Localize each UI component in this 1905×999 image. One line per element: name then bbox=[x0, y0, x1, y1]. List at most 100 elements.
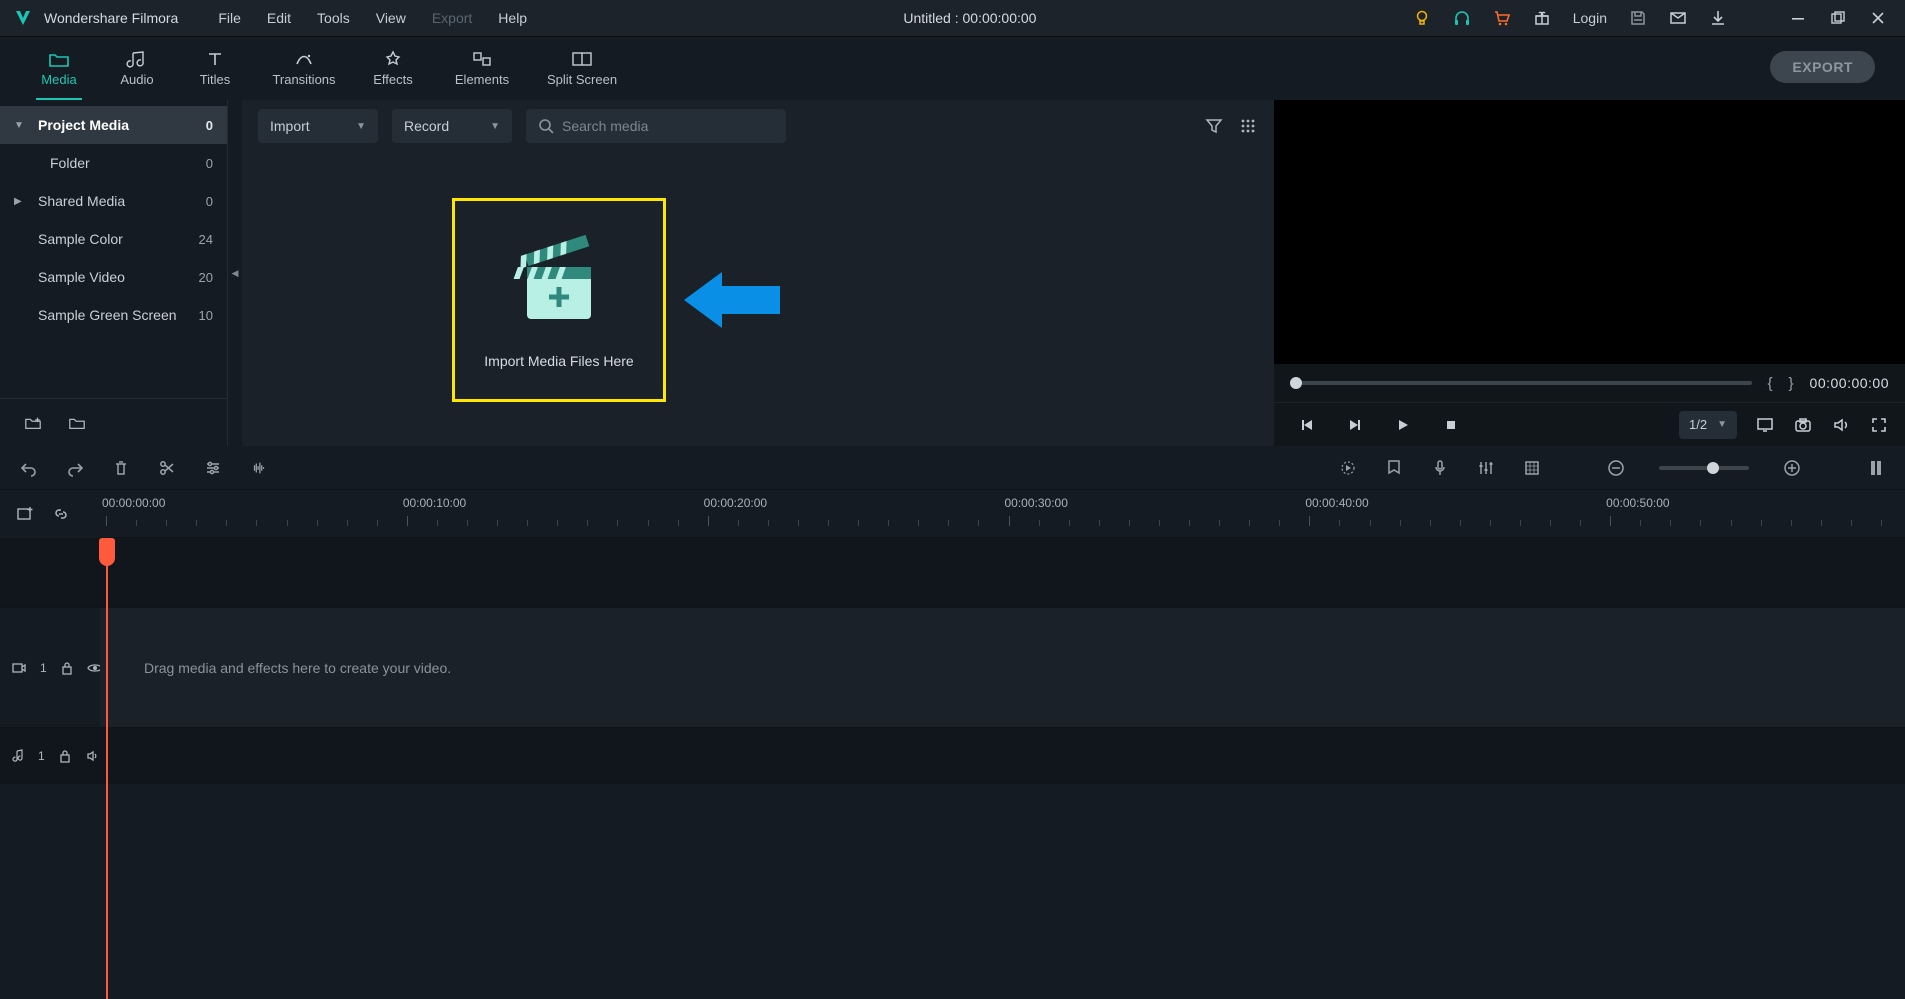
tree-item-sample-color[interactable]: Sample Color 24 bbox=[0, 220, 227, 258]
mark-out-icon[interactable]: } bbox=[1789, 375, 1794, 392]
fullscreen-icon[interactable] bbox=[1869, 415, 1889, 435]
lock-icon[interactable] bbox=[61, 660, 73, 676]
link-icon[interactable] bbox=[52, 505, 70, 523]
tab-effects-label: Effects bbox=[373, 72, 413, 87]
preview-canvas bbox=[1274, 100, 1905, 364]
next-frame-button[interactable] bbox=[1346, 416, 1364, 434]
tree-item-project-media[interactable]: ▼ Project Media 0 bbox=[0, 106, 227, 144]
audio-track-1[interactable]: 1 bbox=[0, 728, 1905, 784]
redo-button[interactable] bbox=[66, 459, 84, 477]
zoom-out-button[interactable] bbox=[1607, 459, 1625, 477]
music-note-icon bbox=[12, 749, 24, 763]
preview-scrub-track[interactable] bbox=[1290, 381, 1752, 385]
crop-icon[interactable] bbox=[1523, 459, 1541, 477]
zoom-slider-thumb[interactable] bbox=[1707, 462, 1719, 474]
lock-icon[interactable] bbox=[59, 748, 72, 764]
audio-edit-icon[interactable] bbox=[250, 459, 268, 477]
delete-button[interactable] bbox=[112, 459, 130, 477]
window-minimize-icon[interactable] bbox=[1789, 9, 1807, 27]
timeline-ruler[interactable]: 00:00:00:0000:00:10:0000:00:20:0000:00:3… bbox=[100, 490, 1905, 538]
undo-button[interactable] bbox=[20, 459, 38, 477]
tab-titles[interactable]: Titles bbox=[176, 50, 254, 87]
export-button[interactable]: EXPORT bbox=[1770, 51, 1875, 83]
tree-label: Project Media bbox=[38, 117, 206, 133]
play-button[interactable] bbox=[1394, 416, 1412, 434]
audio-mixer-icon[interactable] bbox=[1477, 459, 1495, 477]
tab-media-label: Media bbox=[41, 72, 76, 87]
zoom-fit-icon[interactable] bbox=[1867, 459, 1885, 477]
titlebar: Wondershare Filmora File Edit Tools View… bbox=[0, 0, 1905, 36]
adjust-icon[interactable] bbox=[204, 459, 222, 477]
login-button[interactable]: Login bbox=[1573, 10, 1607, 26]
display-settings-icon[interactable] bbox=[1755, 415, 1775, 435]
timeline-tracks: 1 Drag media and effects here to create … bbox=[0, 538, 1905, 999]
import-dropdown[interactable]: Import ▼ bbox=[258, 109, 378, 143]
headphones-icon[interactable] bbox=[1453, 9, 1471, 27]
mark-in-icon[interactable]: { bbox=[1768, 375, 1773, 392]
lightbulb-icon[interactable] bbox=[1413, 9, 1431, 27]
playhead-handle[interactable] bbox=[99, 538, 115, 566]
preview-scrub-thumb[interactable] bbox=[1290, 377, 1302, 389]
tree-item-sample-video[interactable]: Sample Video 20 bbox=[0, 258, 227, 296]
tree-item-shared-media[interactable]: ▶ Shared Media 0 bbox=[0, 182, 227, 220]
marker-icon[interactable] bbox=[1385, 459, 1403, 477]
video-track-1[interactable]: 1 Drag media and effects here to create … bbox=[0, 608, 1905, 728]
menu-file[interactable]: File bbox=[218, 10, 241, 26]
playhead[interactable] bbox=[106, 538, 108, 999]
gift-icon[interactable] bbox=[1533, 9, 1551, 27]
cart-icon[interactable] bbox=[1493, 9, 1511, 27]
zoom-in-button[interactable] bbox=[1783, 459, 1801, 477]
search-media-input[interactable] bbox=[562, 118, 774, 134]
window-close-icon[interactable] bbox=[1869, 9, 1887, 27]
folder-icon[interactable] bbox=[68, 414, 86, 432]
tab-splitscreen[interactable]: Split Screen bbox=[532, 50, 632, 87]
menu-edit[interactable]: Edit bbox=[267, 10, 291, 26]
tab-transitions[interactable]: Transitions bbox=[254, 50, 354, 87]
menu-tools[interactable]: Tools bbox=[317, 10, 350, 26]
playback-speed-dropdown[interactable]: 1/2 ▼ bbox=[1679, 411, 1737, 439]
window-maximize-icon[interactable] bbox=[1829, 9, 1847, 27]
media-pane: Import ▼ Record ▼ bbox=[242, 100, 1274, 446]
tree-count: 10 bbox=[199, 308, 213, 323]
mail-icon[interactable] bbox=[1669, 9, 1687, 27]
sidebar-collapse-handle[interactable]: ◀ bbox=[228, 100, 242, 446]
menu-view[interactable]: View bbox=[376, 10, 406, 26]
stop-button[interactable] bbox=[1442, 416, 1460, 434]
media-body: Import Media Files Here bbox=[242, 152, 1274, 446]
app-logo-icon bbox=[8, 8, 38, 28]
tab-effects[interactable]: Effects bbox=[354, 50, 432, 87]
import-media-dropzone[interactable]: Import Media Files Here bbox=[452, 198, 666, 402]
menu-export: Export bbox=[432, 10, 472, 26]
audio-track-lane[interactable] bbox=[100, 728, 1905, 783]
tree-count: 0 bbox=[206, 156, 213, 171]
tab-audio[interactable]: Audio bbox=[98, 50, 176, 87]
add-track-icon[interactable] bbox=[16, 505, 34, 523]
voiceover-icon[interactable] bbox=[1431, 459, 1449, 477]
tree-item-folder[interactable]: Folder 0 bbox=[0, 144, 227, 182]
chevron-down-icon: ▼ bbox=[356, 121, 366, 132]
tab-media[interactable]: Media bbox=[20, 50, 98, 87]
snapshot-icon[interactable] bbox=[1793, 415, 1813, 435]
tree-count: 0 bbox=[206, 118, 213, 133]
tree-count: 24 bbox=[199, 232, 213, 247]
tree-item-sample-green-screen[interactable]: Sample Green Screen 10 bbox=[0, 296, 227, 334]
timeline-ruler-left bbox=[0, 490, 100, 538]
tab-elements[interactable]: Elements bbox=[432, 50, 532, 87]
record-dropdown[interactable]: Record ▼ bbox=[392, 109, 512, 143]
new-folder-plus-icon[interactable] bbox=[24, 414, 42, 432]
sidebar-footer bbox=[0, 398, 227, 446]
filter-icon[interactable] bbox=[1204, 116, 1224, 136]
zoom-slider[interactable] bbox=[1659, 466, 1749, 470]
search-media-box[interactable] bbox=[526, 109, 786, 143]
save-icon[interactable] bbox=[1629, 9, 1647, 27]
grid-view-icon[interactable] bbox=[1238, 116, 1258, 136]
caret-right-icon: ▶ bbox=[14, 196, 28, 207]
split-button[interactable] bbox=[158, 459, 176, 477]
volume-icon[interactable] bbox=[1831, 415, 1851, 435]
render-preview-icon[interactable] bbox=[1339, 459, 1357, 477]
video-track-lane[interactable]: Drag media and effects here to create yo… bbox=[100, 608, 1905, 727]
prev-frame-button[interactable] bbox=[1298, 416, 1316, 434]
download-icon[interactable] bbox=[1709, 9, 1727, 27]
speaker-icon[interactable] bbox=[86, 748, 100, 764]
menu-help[interactable]: Help bbox=[498, 10, 527, 26]
